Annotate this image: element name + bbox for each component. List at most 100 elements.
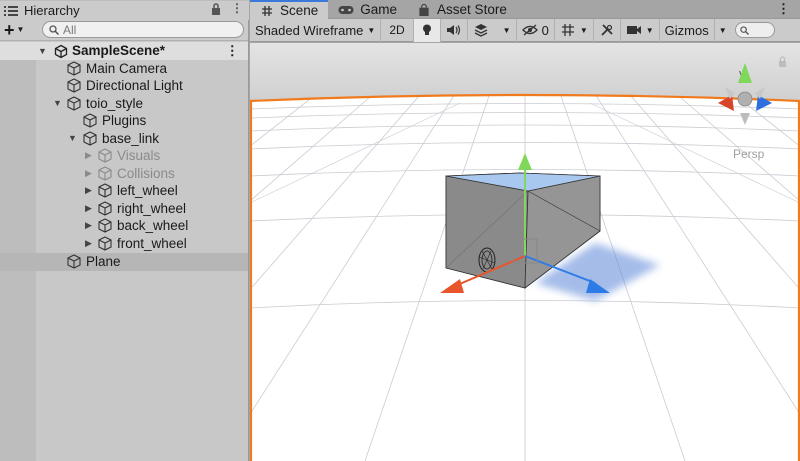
gizmos-label: Gizmos (664, 22, 709, 38)
hierarchy-title: Hierarchy (24, 3, 80, 18)
grid-hash-icon (262, 5, 272, 16)
hierarchy-item-label: Visuals (117, 148, 161, 164)
chevron-down-icon: ▼ (367, 25, 376, 35)
expand-arrow-icon[interactable]: ▼ (38, 46, 47, 56)
collapse-arrow-icon[interactable]: ▶ (85, 168, 92, 179)
gameobject-cube-icon (67, 78, 81, 93)
hierarchy-panel: Hierarchy ⋮ + ▼ All ▼ SampleScene* ⋮ Mai… (0, 0, 249, 461)
hierarchy-item-visuals[interactable]: ▶ Visuals (0, 147, 248, 165)
hierarchy-item-label: Collisions (117, 165, 175, 181)
unity-logo-icon (54, 44, 68, 59)
hierarchy-item-label: left_wheel (117, 183, 178, 199)
scene-toolbar: Shaded Wireframe ▼ 2D ▼ 0 ▼ ▼ Gizmos ▼ (250, 18, 800, 42)
hierarchy-item-back-wheel[interactable]: ▶ back_wheel (0, 217, 248, 235)
list-icon (4, 5, 18, 16)
chevron-down-icon: ▼ (718, 25, 727, 35)
gameobject-cube-icon (67, 61, 81, 76)
hidden-count: 0 (541, 22, 549, 38)
lock-icon[interactable] (211, 3, 221, 15)
hierarchy-item-right-wheel[interactable]: ▶ right_wheel (0, 200, 248, 218)
tab-menu-icon[interactable]: ⋮ (777, 0, 800, 18)
search-icon (739, 25, 749, 35)
hierarchy-item-label: Main Camera (86, 60, 168, 76)
grid-snapping-dropdown[interactable]: ▼ (555, 18, 594, 42)
chevron-down-icon: ▼ (502, 25, 511, 35)
gameobject-cube-icon (98, 166, 112, 181)
hierarchy-item-label: Plane (86, 254, 121, 270)
create-button[interactable]: + ▼ (4, 21, 34, 39)
hierarchy-item-base-link[interactable]: ▼ base_link (0, 130, 248, 148)
chevron-down-icon: ▼ (579, 25, 588, 35)
hierarchy-item-plane[interactable]: Plane (0, 253, 248, 271)
speaker-icon (446, 25, 460, 35)
hierarchy-item-label: back_wheel (117, 218, 189, 234)
shading-mode-label: Shaded Wireframe (255, 22, 364, 38)
collapse-arrow-icon[interactable]: ▶ (85, 185, 92, 196)
scene-name: SampleScene* (72, 43, 166, 59)
gizmos-dropdown[interactable]: ▼ (715, 19, 731, 42)
gameobject-cube-icon (67, 254, 81, 269)
gameobject-cube-icon (98, 218, 112, 233)
chevron-down-icon: ▼ (645, 25, 654, 35)
hierarchy-item-left-wheel[interactable]: ▶ left_wheel (0, 182, 248, 200)
gameobject-cube-icon (67, 96, 81, 111)
hierarchy-item-front-wheel[interactable]: ▶ front_wheel (0, 235, 248, 253)
hierarchy-item-collisions[interactable]: ▶ Collisions (0, 165, 248, 183)
effects-dropdown[interactable]: ▼ (468, 18, 517, 42)
expand-arrow-icon[interactable]: ▼ (68, 133, 77, 143)
tab-label: Scene (280, 3, 319, 18)
toggle-2d-button[interactable]: 2D (381, 18, 414, 42)
tab-scene[interactable]: Scene (250, 0, 329, 19)
hierarchy-item-main-camera[interactable]: Main Camera (0, 60, 248, 78)
gizmos-button[interactable]: Gizmos (660, 18, 715, 42)
scene-viewport[interactable]: y Persp (250, 43, 800, 461)
tab-asset-store[interactable]: Asset Store (407, 0, 517, 19)
tab-label: Game (360, 2, 398, 17)
collapse-arrow-icon[interactable]: ▶ (85, 150, 92, 161)
scene-menu-icon[interactable]: ⋮ (226, 43, 239, 59)
gizmo-center-cube[interactable] (737, 91, 753, 107)
gameobject-cube-icon (98, 236, 112, 251)
hierarchy-item-toio-style[interactable]: ▼ toio_style (0, 95, 248, 113)
hierarchy-toolbar: + ▼ All (0, 19, 248, 41)
hierarchy-tree: ▼ SampleScene* ⋮ Main Camera Directional… (0, 42, 248, 461)
hierarchy-item-label: right_wheel (117, 200, 187, 216)
scene-search-input[interactable] (734, 22, 775, 38)
gameobject-cube-icon (83, 131, 97, 146)
shading-mode-dropdown[interactable]: Shaded Wireframe ▼ (250, 18, 382, 42)
search-icon (49, 24, 59, 35)
collapse-arrow-icon[interactable]: ▶ (85, 203, 92, 214)
scene-tabbar: Scene Game Asset Store ⋮ (250, 0, 800, 19)
layers-icon (474, 24, 487, 37)
hierarchy-item-label: Plugins (102, 113, 147, 129)
camera-settings-dropdown[interactable]: ▼ (621, 18, 660, 42)
grid-icon (561, 24, 574, 36)
gameobject-cube-icon (83, 113, 97, 128)
audio-toggle-button[interactable] (441, 18, 468, 42)
lightbulb-icon (422, 24, 431, 35)
tools-button[interactable] (594, 18, 621, 42)
projection-label[interactable]: Persp (733, 147, 765, 161)
hierarchy-item-plugins[interactable]: Plugins (0, 112, 248, 130)
shopping-bag-icon (419, 3, 429, 16)
hierarchy-tabbar: Hierarchy ⋮ (0, 0, 249, 20)
scene-panel: Scene Game Asset Store ⋮ Shaded Wirefram… (250, 0, 800, 461)
viewport-canvas[interactable]: y Persp (250, 43, 800, 461)
tab-game[interactable]: Game (328, 0, 407, 19)
hierarchy-item-label: toio_style (86, 95, 144, 111)
lighting-toggle-button[interactable] (413, 18, 441, 42)
gameobject-cube-icon (98, 201, 112, 216)
scene-row[interactable]: ▼ SampleScene* ⋮ (0, 42, 248, 60)
toggle-2d-label: 2D (389, 23, 405, 37)
tab-menu-icon[interactable]: ⋮ (231, 2, 243, 15)
hierarchy-item-label: front_wheel (117, 235, 187, 251)
collapse-arrow-icon[interactable]: ▶ (85, 238, 92, 249)
collapse-arrow-icon[interactable]: ▶ (85, 220, 92, 231)
expand-arrow-icon[interactable]: ▼ (53, 98, 62, 108)
tab-hierarchy[interactable]: Hierarchy ⋮ (0, 0, 249, 20)
scene-visibility-toggle[interactable]: 0 (517, 18, 555, 42)
tab-label: Asset Store (437, 2, 507, 17)
hierarchy-item-directional-light[interactable]: Directional Light (0, 77, 248, 95)
hierarchy-search-input[interactable]: All (42, 21, 244, 38)
hierarchy-item-label: Directional Light (86, 78, 183, 94)
